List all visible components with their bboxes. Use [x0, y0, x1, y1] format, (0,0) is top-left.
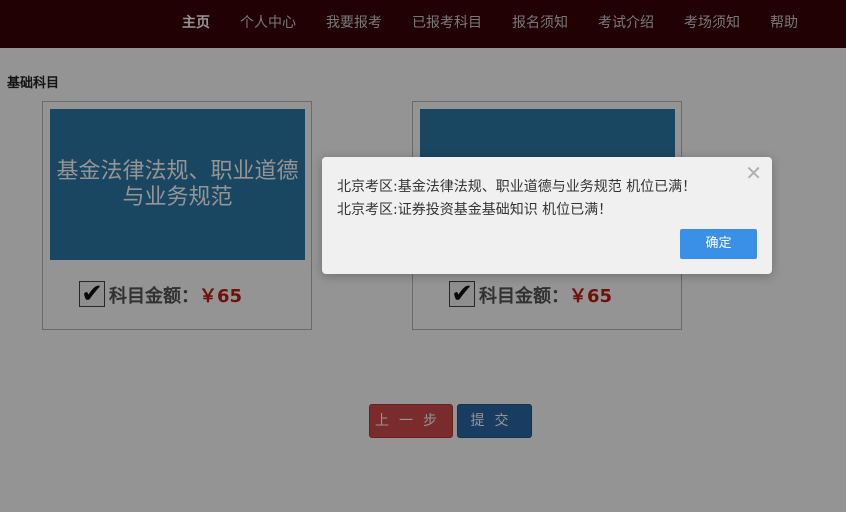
alert-dialog: ✕ 北京考区:基金法律法规、职业道德与业务规范 机位已满！ 北京考区:证券投资基… [322, 157, 772, 274]
confirm-button[interactable]: 确定 [680, 229, 757, 259]
alert-message: 北京考区:基金法律法规、职业道德与业务规范 机位已满！ [337, 179, 697, 195]
close-icon[interactable]: ✕ [745, 161, 762, 185]
alert-message: 北京考区:证券投资基金基础知识 机位已满！ [337, 202, 613, 218]
